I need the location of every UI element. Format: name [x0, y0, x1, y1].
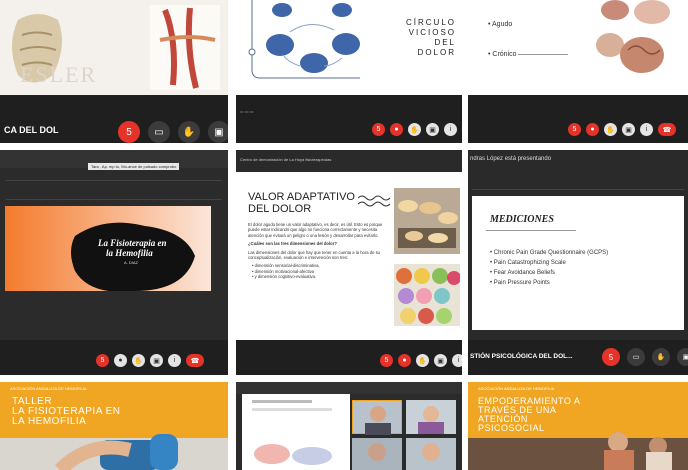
avatar: [422, 443, 440, 461]
raise-hand-icon[interactable]: ✋: [604, 123, 617, 136]
screen-header: Centro de demostración de La Hoya fisiot…: [236, 150, 462, 172]
diagram-title-line: VICIOSO DEL: [408, 28, 456, 47]
participant-video: [352, 400, 402, 435]
presenter-banner: ndras López está presentando: [470, 156, 552, 162]
banner-title: TALLER LA FISIOTERAPIA EN LA HEMOFILIA: [12, 396, 121, 427]
diagram-title-line: CÍRCULO: [405, 18, 456, 27]
slide-body: El dolor agudo tiene un valor adaptativo…: [248, 222, 388, 280]
tile-diagram-slide: CÍRCULO VICIOSO DEL DOLOR ▭ ▭ ▭ 5 ● ✋ ▣ …: [236, 0, 462, 143]
title-underline: [486, 230, 576, 231]
meeting-title: CA DEL DOL: [4, 125, 59, 135]
dumbbell-photo: [0, 434, 228, 470]
raise-hand-icon[interactable]: ✋: [132, 354, 145, 367]
paragraph: El dolor agudo tiene un valor adaptativo…: [248, 222, 383, 238]
slide-area: MEDICIONES • Chronic Pain Grade Question…: [472, 196, 684, 330]
info-icon[interactable]: i: [168, 354, 181, 367]
screen-share-icon[interactable]: ▣: [622, 123, 635, 136]
tile-brain-slide: • Agudo • Crónico 5 ● ✋ ▣ i ☎: [468, 0, 688, 143]
phone-hangup-icon[interactable]: ☎: [186, 354, 204, 367]
control-bar: 5 ● ✋ ▣ i ☎: [468, 95, 688, 143]
banner-title: EMPODERAMIENTO A TRAVÉS DE UNA ATENCIÓN …: [478, 396, 581, 433]
screen-share-icon[interactable]: ▣: [150, 354, 163, 367]
participant-count-badge[interactable]: 5: [602, 348, 620, 366]
avatar: [368, 443, 386, 461]
raise-hand-icon[interactable]: ✋: [416, 354, 429, 367]
control-bar: 5 ● ✋ ▣ i ☎: [0, 340, 228, 375]
slide-subtitle: A. DIAZ: [124, 260, 139, 265]
tile-video-gallery: [236, 382, 462, 470]
control-bar: STIÓN PSICOLÓGICA DEL DOL... 5 ▭ ✋ ▣: [468, 340, 688, 375]
slide-title: La Fisioterapia en la Hemofilia: [98, 238, 167, 258]
participant-count-badge[interactable]: 5: [96, 354, 109, 367]
shared-slide-thumbnail: [242, 394, 350, 470]
control-bar: ▭ ▭ ▭ 5 ● ✋ ▣ i ☎: [236, 95, 462, 143]
slide-title: VALOR ADAPTATIVO DEL DOLOR: [248, 191, 355, 215]
list-item: • Fear Avoidance Beliefs: [490, 270, 556, 276]
microphone-icon[interactable]: ●: [390, 123, 403, 136]
info-icon[interactable]: i: [640, 123, 653, 136]
tooltip: Tara , Ap. mp to, Mo-ance de pulsado com…: [88, 163, 180, 170]
camera-icon[interactable]: ▭: [627, 348, 645, 366]
bullet-item: • y dimensión cognitivo-evaluativa.: [252, 274, 317, 280]
list-item: • Pain Catastrophizing Scale: [490, 260, 566, 266]
slide-watermark: ESLER: [20, 62, 98, 87]
people-photo: [468, 432, 688, 470]
tile-hemophilia-slide: Tara , Ap. mp to, Mo-ance de pulsado com…: [0, 150, 228, 375]
list-item: • Crónico: [488, 40, 569, 70]
screen-share-icon[interactable]: ▣: [208, 121, 228, 143]
vicious-circle-diagram: [248, 0, 360, 79]
raise-hand-icon[interactable]: ✋: [408, 123, 421, 136]
diagram-title: CÍRCULO VICIOSO DEL DOLOR: [384, 18, 456, 58]
screen-share-icon[interactable]: ▣: [426, 123, 439, 136]
screen-share-icon[interactable]: ▣: [434, 354, 447, 367]
info-icon[interactable]: i: [452, 354, 462, 367]
tile-valor-adaptativo-slide: Centro de demostración de La Hoya fisiot…: [236, 150, 462, 375]
participant-video: [406, 400, 456, 434]
participant-count-badge[interactable]: 5: [118, 121, 140, 143]
decorative-squiggle: [358, 195, 391, 207]
screen-header: [236, 382, 462, 394]
list-item: • Chronic Pain Grade Questionnaire (GCPS…: [490, 250, 609, 256]
screen-share-icon[interactable]: ▣: [677, 348, 688, 366]
org-name: ASOCIACIÓN ANDALUZA DE HEMOFILIA: [478, 386, 555, 391]
bullet-list: • Chronic Pain Grade Questionnaire (GCPS…: [490, 248, 608, 288]
avatar: [418, 406, 444, 434]
control-bar: CA DEL DOL 5 ▭ ✋ ▣: [0, 95, 228, 143]
tile-empoderamiento-banner: ASOCIACIÓN ANDALUZA DE HEMOFILIA EMPODER…: [468, 382, 688, 470]
raise-hand-icon[interactable]: ✋: [178, 121, 200, 143]
food-photo-top: [394, 188, 460, 254]
participant-count-badge[interactable]: 5: [372, 123, 385, 136]
toolbar: [472, 172, 684, 190]
meeting-title: STIÓN PSICOLÓGICA DEL DOL...: [470, 353, 573, 360]
slide-title: MEDICIONES: [490, 214, 554, 225]
toolbar: [6, 180, 222, 200]
diagram-title-line: DOLOR: [417, 48, 456, 57]
list-item: • Agudo: [488, 21, 513, 28]
participant-video: [406, 438, 456, 470]
microphone-icon[interactable]: ●: [398, 354, 411, 367]
question: ¿Cuáles son las tres dimensiones del dol…: [248, 241, 337, 247]
raise-hand-icon[interactable]: ✋: [652, 348, 670, 366]
tile-anatomy-slide: ESLER CA DEL DOL 5 ▭ ✋ ▣: [0, 0, 228, 143]
header-text: Centro de demostración de La Hoya fisiot…: [240, 157, 332, 162]
participant-count-badge[interactable]: 5: [380, 354, 393, 367]
phone-hangup-icon[interactable]: ☎: [658, 123, 676, 136]
macarons-photo: [394, 264, 460, 326]
avatar: [365, 406, 391, 435]
tile-mediciones-slide: ndras López está presentando MEDICIONES …: [468, 150, 688, 375]
control-bar: 5 ● ✋ ▣ i ☎: [236, 340, 462, 375]
microphone-icon[interactable]: ●: [586, 123, 599, 136]
participant-count-badge[interactable]: 5: [568, 123, 581, 136]
participant-video: [352, 438, 402, 470]
video-call-collage: ESLER CA DEL DOL 5 ▭ ✋ ▣ CÍRCULO VICIOSO…: [0, 0, 688, 470]
info-icon[interactable]: i: [444, 123, 457, 136]
list-item: • Pain Pressure Points: [490, 280, 550, 286]
org-name: ASOCIACIÓN ANDALUZA DE HEMOFILIA: [10, 386, 87, 391]
paragraph: Las dimensiones del dolor que hay que te…: [248, 249, 380, 261]
microphone-icon[interactable]: ●: [114, 354, 127, 367]
camera-icon[interactable]: ▭: [148, 121, 170, 143]
tile-taller-banner: ASOCIACIÓN ANDALUZA DE HEMOFILIA TALLER …: [0, 382, 228, 470]
slide-list: • Agudo • Crónico: [488, 10, 569, 70]
brain-illustration: [596, 0, 670, 73]
